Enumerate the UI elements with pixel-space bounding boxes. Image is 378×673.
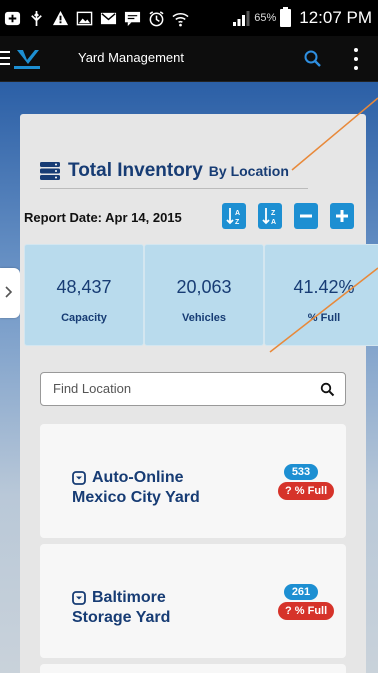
expand-icon [336, 210, 348, 222]
stat-value: 20,063 [176, 277, 232, 297]
vehicle-count-badge: 261 [284, 584, 318, 600]
sort-descending-button[interactable]: Z A [258, 203, 282, 229]
sort-ascending-button[interactable]: A Z [222, 203, 246, 229]
location-name-line1: Baltimore [92, 589, 166, 606]
usb-icon [31, 10, 42, 26]
status-right: 65% 12:07 PM [232, 6, 372, 30]
content-area: Total Inventory By Location Report Date:… [0, 82, 378, 673]
wifi-icon [172, 12, 189, 26]
report-date-label: Report Date: [24, 210, 103, 225]
location-name-line1: Auto-Online [92, 469, 184, 486]
battery-icon [280, 7, 292, 27]
stat-label: % Full [307, 312, 341, 324]
server-icon [40, 162, 60, 180]
chevron-down-icon [72, 591, 86, 605]
find-location-field[interactable] [40, 372, 346, 406]
stat-capacity: 48,437 Capacity [24, 244, 144, 346]
app-title: Yard Management [78, 50, 184, 65]
inventory-card: Total Inventory By Location Report Date:… [20, 114, 378, 673]
alarm-icon [149, 10, 164, 26]
location-card[interactable] [40, 664, 346, 673]
chevron-down-icon [72, 471, 86, 485]
sms-icon [124, 11, 141, 26]
location-name: Auto-Online Mexico City Yard [72, 468, 200, 508]
mail-icon [100, 12, 117, 24]
app-bar: Yard Management [0, 36, 378, 82]
stat-value: 41.42% [293, 277, 355, 297]
report-title-sub: By Location [208, 163, 289, 179]
svg-text:A: A [235, 210, 240, 217]
stat-value: 48,437 [56, 277, 112, 297]
report-date-value: Apr 14, 2015 [105, 210, 182, 225]
chevron-right-icon [5, 286, 13, 298]
brand-logo [14, 50, 40, 69]
location-card[interactable]: Baltimore Storage Yard 261 ? % Full [40, 544, 346, 658]
report-date: Report Date: Apr 14, 2015 [24, 210, 182, 225]
side-drawer-handle[interactable] [0, 268, 20, 318]
add-icon [4, 11, 21, 25]
svg-text:Z: Z [271, 210, 276, 217]
sort-ascending-icon: A Z [226, 208, 240, 226]
title-divider [40, 188, 308, 189]
percent-full-badge: ? % Full [278, 482, 335, 500]
sort-descending-icon: Z A [262, 208, 276, 226]
report-title: Total Inventory By Location [40, 160, 289, 182]
svg-text:Z: Z [235, 219, 240, 226]
collapse-icon [300, 214, 312, 218]
location-card[interactable]: Auto-Online Mexico City Yard 533 ? % Ful… [40, 424, 346, 538]
stats-row: 48,437 Capacity 20,063 Vehicles 41.42% %… [24, 244, 378, 346]
signal-icon [233, 11, 250, 26]
vehicle-count-badge: 533 [284, 464, 318, 480]
expand-button[interactable] [330, 203, 354, 229]
search-icon[interactable] [320, 382, 335, 397]
location-name-line2: Storage Yard [72, 609, 171, 626]
warning-icon [52, 10, 69, 25]
stat-label: Vehicles [181, 312, 227, 324]
svg-text:A: A [271, 219, 276, 226]
image-icon [76, 11, 93, 25]
search-icon[interactable] [302, 48, 324, 70]
stat-percent-full: 41.42% % Full [264, 244, 378, 346]
stat-label: Capacity [61, 312, 107, 324]
report-title-main: Total Inventory [68, 160, 203, 181]
location-name-line2: Mexico City Yard [72, 489, 200, 506]
more-icon[interactable] [350, 45, 362, 73]
stat-vehicles: 20,063 Vehicles [144, 244, 264, 346]
collapse-button[interactable] [294, 203, 318, 229]
battery-percent: 65% [254, 12, 277, 24]
clock: 12:07 PM [299, 8, 372, 27]
notification-icons [4, 6, 189, 30]
location-name: Baltimore Storage Yard [72, 588, 170, 628]
status-bar: 65% 12:07 PM [0, 0, 378, 36]
percent-full-badge: ? % Full [278, 602, 335, 620]
menu-icon[interactable] [0, 51, 10, 69]
find-location-input[interactable] [53, 381, 303, 396]
